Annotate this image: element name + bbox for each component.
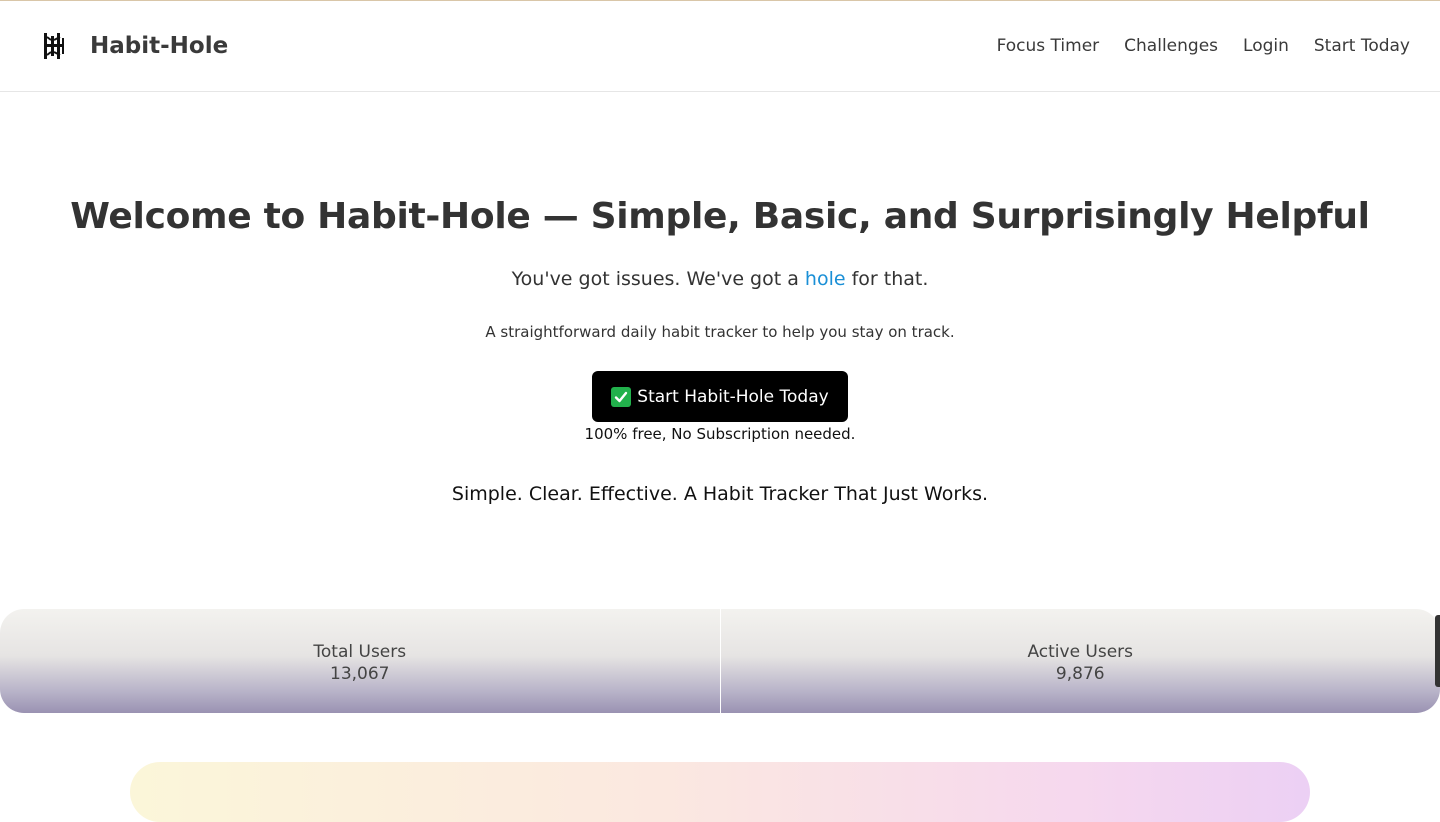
hero-description: A straightforward daily habit tracker to… xyxy=(0,323,1440,341)
stat-value: 13,067 xyxy=(330,664,389,684)
main-nav: Focus Timer Challenges Login Start Today xyxy=(997,36,1410,56)
stat-label: Active Users xyxy=(1027,642,1133,662)
start-habit-hole-button[interactable]: Start Habit-Hole Today xyxy=(592,371,848,422)
brand-name[interactable]: Habit-Hole xyxy=(90,33,228,59)
nav-start-today[interactable]: Start Today xyxy=(1314,36,1410,56)
hero-title: Welcome to Habit-Hole — Simple, Basic, a… xyxy=(0,196,1440,237)
habit-hole-logo-icon[interactable] xyxy=(42,31,66,61)
hero-subtitle-before: You've got issues. We've got a xyxy=(512,268,805,290)
stat-label: Total Users xyxy=(313,642,406,662)
hole-link[interactable]: hole xyxy=(805,268,846,290)
site-header: Habit-Hole Focus Timer Challenges Login … xyxy=(0,1,1440,92)
user-stats-panel: Total Users 13,067 Active Users 9,876 xyxy=(0,609,1440,713)
stat-value: 9,876 xyxy=(1056,664,1105,684)
nav-challenges[interactable]: Challenges xyxy=(1124,36,1218,56)
stat-active-users: Active Users 9,876 xyxy=(720,609,1440,713)
next-section-card xyxy=(130,762,1310,822)
tagline: Simple. Clear. Effective. A Habit Tracke… xyxy=(0,483,1440,505)
cta-label: Start Habit-Hole Today xyxy=(637,387,828,407)
side-tab-handle[interactable] xyxy=(1435,615,1440,687)
cta-note: 100% free, No Subscription needed. xyxy=(0,425,1440,443)
hero-subtitle: You've got issues. We've got a hole for … xyxy=(0,268,1440,290)
nav-focus-timer[interactable]: Focus Timer xyxy=(997,36,1100,56)
stat-total-users: Total Users 13,067 xyxy=(0,609,720,713)
check-box-icon xyxy=(611,387,631,407)
hero-subtitle-after: for that. xyxy=(846,268,929,290)
nav-login[interactable]: Login xyxy=(1243,36,1289,56)
